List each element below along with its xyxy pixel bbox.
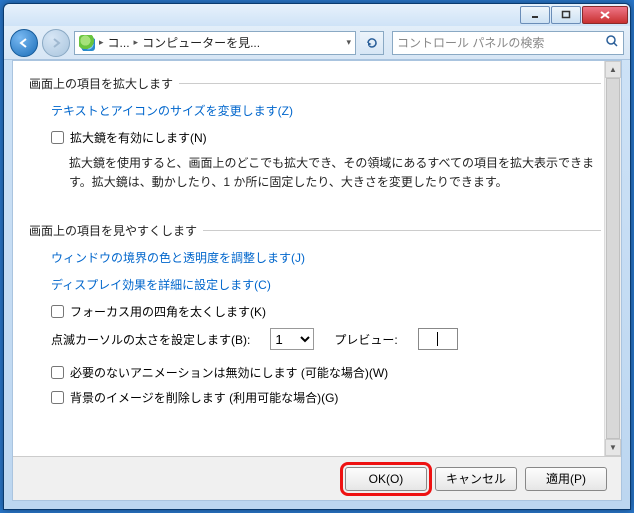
scroll-up-icon[interactable]: ▲ <box>605 61 621 78</box>
section-legend: 画面上の項目を拡大します <box>29 75 605 92</box>
label-cursor-thickness: 点滅カーソルの太さを設定します(B): <box>51 331 250 348</box>
back-button[interactable] <box>10 29 38 57</box>
label-preview: プレビュー: <box>334 331 397 348</box>
link-window-border[interactable]: ウィンドウの境界の色と透明度を調整します(J) <box>51 249 605 266</box>
select-cursor-thickness[interactable]: 1 <box>270 328 314 350</box>
checkbox-enable-magnifier[interactable] <box>51 131 64 144</box>
section-legend: 画面上の項目を見やすくします <box>29 222 605 239</box>
maximize-button[interactable] <box>551 6 581 24</box>
navbar: ▸ コ... ▸ コンピューターを見... ▾ コントロール パネルの検索 <box>4 26 630 60</box>
control-panel-icon <box>79 35 95 51</box>
checkbox-thick-focus[interactable] <box>51 305 64 318</box>
chevron-down-icon[interactable]: ▾ <box>346 37 351 48</box>
window-frame: ▸ コ... ▸ コンピューターを見... ▾ コントロール パネルの検索 画面… <box>3 3 631 510</box>
scrollbar-thumb[interactable] <box>606 78 620 439</box>
forward-button[interactable] <box>42 29 70 57</box>
caret-icon <box>437 332 438 346</box>
addr-segment-1[interactable]: コ... <box>108 34 130 51</box>
label-thick-focus: フォーカス用の四角を太くします(K) <box>70 303 266 320</box>
close-button[interactable] <box>582 6 628 24</box>
minimize-button[interactable] <box>520 6 550 24</box>
addr-segment-2[interactable]: コンピューターを見... <box>142 34 260 51</box>
search-placeholder: コントロール パネルの検索 <box>397 34 544 51</box>
section-enlarge-items: 画面上の項目を拡大します テキストとアイコンのサイズを変更します(Z) 拡大鏡を… <box>29 75 605 204</box>
content-panel: 画面上の項目を拡大します テキストとアイコンのサイズを変更します(Z) 拡大鏡を… <box>12 60 622 501</box>
scroll-down-icon[interactable]: ▼ <box>605 439 621 456</box>
link-display-effects[interactable]: ディスプレイ効果を詳細に設定します(C) <box>51 276 605 293</box>
address-bar[interactable]: ▸ コ... ▸ コンピューターを見... ▾ <box>74 31 356 55</box>
link-text-icon-size[interactable]: テキストとアイコンのサイズを変更します(Z) <box>51 102 605 119</box>
search-icon[interactable] <box>605 34 619 51</box>
search-box[interactable]: コントロール パネルの検索 <box>392 31 624 55</box>
ok-button[interactable]: OK(O) <box>345 467 427 491</box>
chevron-right-icon: ▸ <box>134 37 139 48</box>
magnifier-description: 拡大鏡を使用すると、画面上のどこでも拡大でき、その領域にあるすべての項目を拡大表… <box>69 154 605 192</box>
section-visibility: 画面上の項目を見やすくします ウィンドウの境界の色と透明度を調整します(J) デ… <box>29 222 605 414</box>
label-remove-background: 背景のイメージを削除します (利用可能な場合)(G) <box>70 389 338 406</box>
refresh-button[interactable] <box>360 31 384 55</box>
cancel-button[interactable]: キャンセル <box>435 467 517 491</box>
vertical-scrollbar[interactable]: ▲ ▼ <box>604 61 621 456</box>
chevron-right-icon: ▸ <box>99 37 104 48</box>
apply-button[interactable]: 適用(P) <box>525 467 607 491</box>
dialog-footer: OK(O) キャンセル 適用(P) <box>13 456 621 500</box>
titlebar <box>4 4 630 26</box>
label-disable-animations: 必要のないアニメーションは無効にします (可能な場合)(W) <box>70 364 388 381</box>
checkbox-disable-animations[interactable] <box>51 366 64 379</box>
cursor-preview <box>418 328 458 350</box>
checkbox-remove-background[interactable] <box>51 391 64 404</box>
label-enable-magnifier: 拡大鏡を有効にします(N) <box>70 129 207 146</box>
